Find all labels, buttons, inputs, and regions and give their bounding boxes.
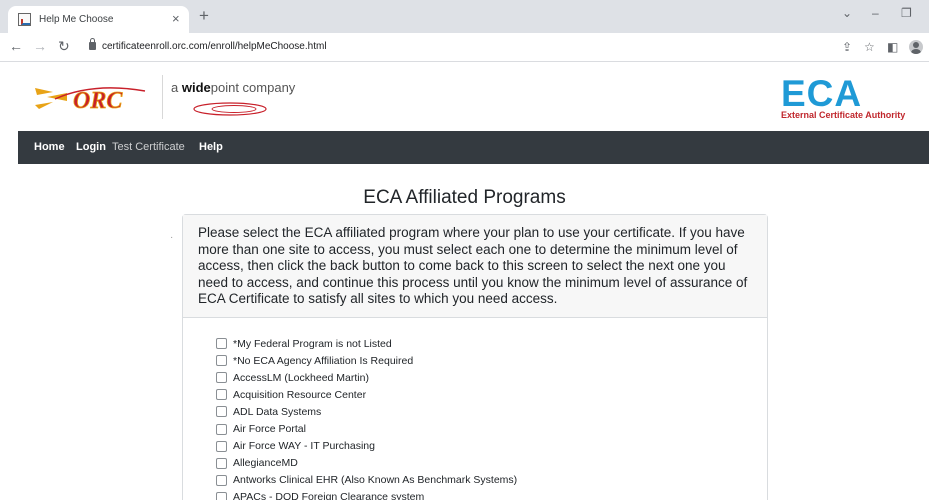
browser-toolbar: ← → ↻ certificateenroll.orc.com/enroll/h… bbox=[0, 33, 929, 62]
program-checkbox[interactable] bbox=[216, 474, 227, 486]
program-label[interactable]: APACs - DOD Foreign Clearance system bbox=[233, 491, 424, 500]
reload-icon[interactable]: ↻ bbox=[58, 39, 70, 53]
orc-logo-text: ORC bbox=[73, 88, 123, 114]
program-checkbox[interactable] bbox=[216, 372, 227, 384]
program-option[interactable]: AccessLM (Lockheed Martin) bbox=[216, 369, 517, 386]
forward-arrow-icon[interactable]: → bbox=[33, 39, 47, 53]
widepoint-prefix: a bbox=[171, 80, 182, 95]
widepoint-swoosh-icon bbox=[193, 102, 267, 116]
tab-close-icon[interactable]: × bbox=[172, 11, 180, 26]
browser-tab[interactable]: Help Me Choose × bbox=[8, 6, 189, 33]
new-tab-icon[interactable]: + bbox=[199, 7, 209, 24]
orc-logo[interactable]: ORC bbox=[33, 78, 153, 118]
program-checkbox[interactable] bbox=[216, 491, 227, 500]
nav-home-link[interactable]: Home bbox=[34, 141, 65, 153]
eca-logo[interactable]: ECA External Certificate Authority bbox=[781, 74, 926, 123]
logo-divider bbox=[162, 75, 163, 119]
restore-icon[interactable]: ❐ bbox=[901, 6, 912, 20]
program-label[interactable]: Antworks Clinical EHR (Also Known As Ben… bbox=[233, 474, 517, 486]
program-option[interactable]: *No ECA Agency Affiliation Is Required bbox=[216, 352, 517, 369]
program-option[interactable]: ADL Data Systems bbox=[216, 403, 517, 420]
instructions-text: Please select the ECA affiliated program… bbox=[183, 215, 767, 318]
program-option[interactable]: Air Force WAY - IT Purchasing bbox=[216, 438, 517, 455]
tab-title: Help Me Choose bbox=[39, 14, 114, 25]
profile-avatar-icon[interactable] bbox=[909, 40, 923, 54]
program-label[interactable]: Air Force Portal bbox=[233, 423, 306, 435]
program-label[interactable]: *No ECA Agency Affiliation Is Required bbox=[233, 355, 413, 367]
side-bullet: · bbox=[170, 232, 174, 243]
widepoint-tagline: a widepoint company bbox=[171, 80, 295, 95]
url-text[interactable]: certificateenroll.orc.com/enroll/helpMeC… bbox=[102, 41, 327, 52]
program-option[interactable]: AllegianceMD bbox=[216, 455, 517, 472]
program-list: *My Federal Program is not Listed *No ECA… bbox=[216, 335, 517, 500]
share-icon[interactable]: ⇪ bbox=[842, 41, 852, 53]
address-bar[interactable]: certificateenroll.orc.com/enroll/helpMeC… bbox=[82, 37, 842, 58]
widepoint-suffix: point company bbox=[210, 80, 296, 95]
program-checkbox[interactable] bbox=[216, 440, 227, 452]
program-option[interactable]: Air Force Portal bbox=[216, 420, 517, 437]
browser-tabstrip: Help Me Choose × + ⌄ – ❐ bbox=[0, 0, 929, 33]
program-label[interactable]: *My Federal Program is not Listed bbox=[233, 338, 392, 350]
program-label[interactable]: AccessLM (Lockheed Martin) bbox=[233, 372, 369, 384]
eca-tagline: External Certificate Authority bbox=[781, 110, 906, 120]
program-option[interactable]: Antworks Clinical EHR (Also Known As Ben… bbox=[216, 472, 517, 489]
nav-test-certificate-link[interactable]: Test Certificate bbox=[112, 141, 185, 153]
back-arrow-icon[interactable]: ← bbox=[9, 39, 23, 53]
nav-help-link[interactable]: Help bbox=[199, 141, 223, 153]
nav-login-link[interactable]: Login bbox=[76, 141, 106, 153]
program-checkbox[interactable] bbox=[216, 355, 227, 367]
page-title: ECA Affiliated Programs bbox=[363, 187, 566, 208]
tab-search-chevron-icon[interactable]: ⌄ bbox=[842, 6, 852, 20]
program-checkbox[interactable] bbox=[216, 338, 227, 350]
program-option[interactable]: APACs - DOD Foreign Clearance system bbox=[216, 489, 517, 500]
program-label[interactable]: Air Force WAY - IT Purchasing bbox=[233, 440, 375, 452]
bookmark-star-icon[interactable]: ☆ bbox=[864, 41, 875, 53]
program-label[interactable]: Acquisition Resource Center bbox=[233, 389, 366, 401]
minimize-icon[interactable]: – bbox=[872, 6, 879, 20]
side-panel-icon[interactable]: ◧ bbox=[887, 41, 898, 53]
widepoint-bold: wide bbox=[181, 80, 211, 95]
program-checkbox[interactable] bbox=[216, 423, 227, 435]
program-option[interactable]: *My Federal Program is not Listed bbox=[216, 335, 517, 352]
site-navbar: Home Login Test Certificate Help bbox=[18, 131, 929, 164]
lock-icon[interactable] bbox=[89, 38, 96, 50]
program-label[interactable]: AllegianceMD bbox=[233, 457, 298, 469]
program-checkbox[interactable] bbox=[216, 457, 227, 469]
program-label[interactable]: ADL Data Systems bbox=[233, 406, 321, 418]
program-checkbox[interactable] bbox=[216, 389, 227, 401]
program-checkbox[interactable] bbox=[216, 406, 227, 418]
eca-logo-text: ECA bbox=[781, 73, 863, 114]
orc-logo-graphic-icon: ORC bbox=[35, 87, 146, 114]
page-favicon-icon bbox=[18, 13, 31, 26]
program-option[interactable]: Acquisition Resource Center bbox=[216, 386, 517, 403]
